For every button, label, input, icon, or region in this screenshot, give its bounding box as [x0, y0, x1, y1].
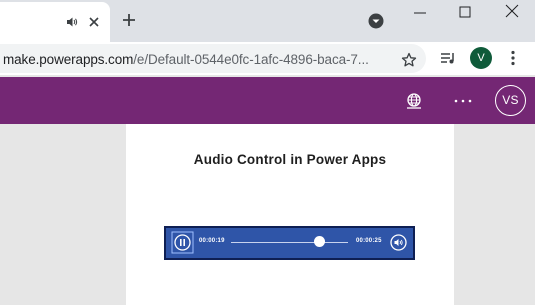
reading-list-icon[interactable]: [440, 50, 456, 66]
browser-tab-strip: [0, 0, 535, 42]
star-icon[interactable]: [401, 52, 417, 68]
address-bar[interactable]: make.powerapps.com/e/Default-0544e0fc-1a…: [0, 44, 426, 73]
url-path: /e/Default-0544e0fc-1afc-4896-baca-7...: [133, 52, 369, 67]
user-avatar[interactable]: VS: [495, 85, 526, 116]
browser-toolbar: make.powerapps.com/e/Default-0544e0fc-1a…: [0, 42, 535, 75]
progress-thumb[interactable]: [314, 236, 326, 247]
more-horizontal-icon[interactable]: [454, 99, 472, 103]
volume-icon[interactable]: [389, 233, 408, 252]
duration-time: 00:00:25: [356, 238, 382, 244]
pause-icon[interactable]: [171, 231, 194, 254]
url-host: make.powerapps.com: [3, 52, 134, 67]
chevron-down-circle-icon[interactable]: [368, 13, 384, 29]
close-icon[interactable]: [87, 15, 101, 29]
audio-control[interactable]: 00:00:19 00:00:25: [164, 226, 415, 260]
screen-title: Audio Control in Power Apps: [193, 152, 387, 167]
app-header: VS: [0, 77, 535, 124]
plus-icon[interactable]: [121, 12, 137, 28]
browser-tab[interactable]: [0, 2, 110, 42]
progress-track[interactable]: [231, 242, 348, 243]
current-time: 00:00:19: [199, 238, 225, 244]
close-icon[interactable]: [505, 4, 519, 18]
kebab-menu-icon[interactable]: [511, 50, 515, 66]
url-text[interactable]: make.powerapps.com/e/Default-0544e0fc-1a…: [3, 52, 388, 67]
minimize-icon[interactable]: [413, 6, 427, 20]
maximize-icon[interactable]: [458, 5, 472, 19]
profile-avatar[interactable]: V: [470, 47, 492, 69]
app-screen: Audio Control in Power Apps 00:00:19 00:…: [126, 124, 454, 305]
globe-icon[interactable]: [405, 92, 423, 110]
speaker-icon[interactable]: [66, 16, 78, 28]
